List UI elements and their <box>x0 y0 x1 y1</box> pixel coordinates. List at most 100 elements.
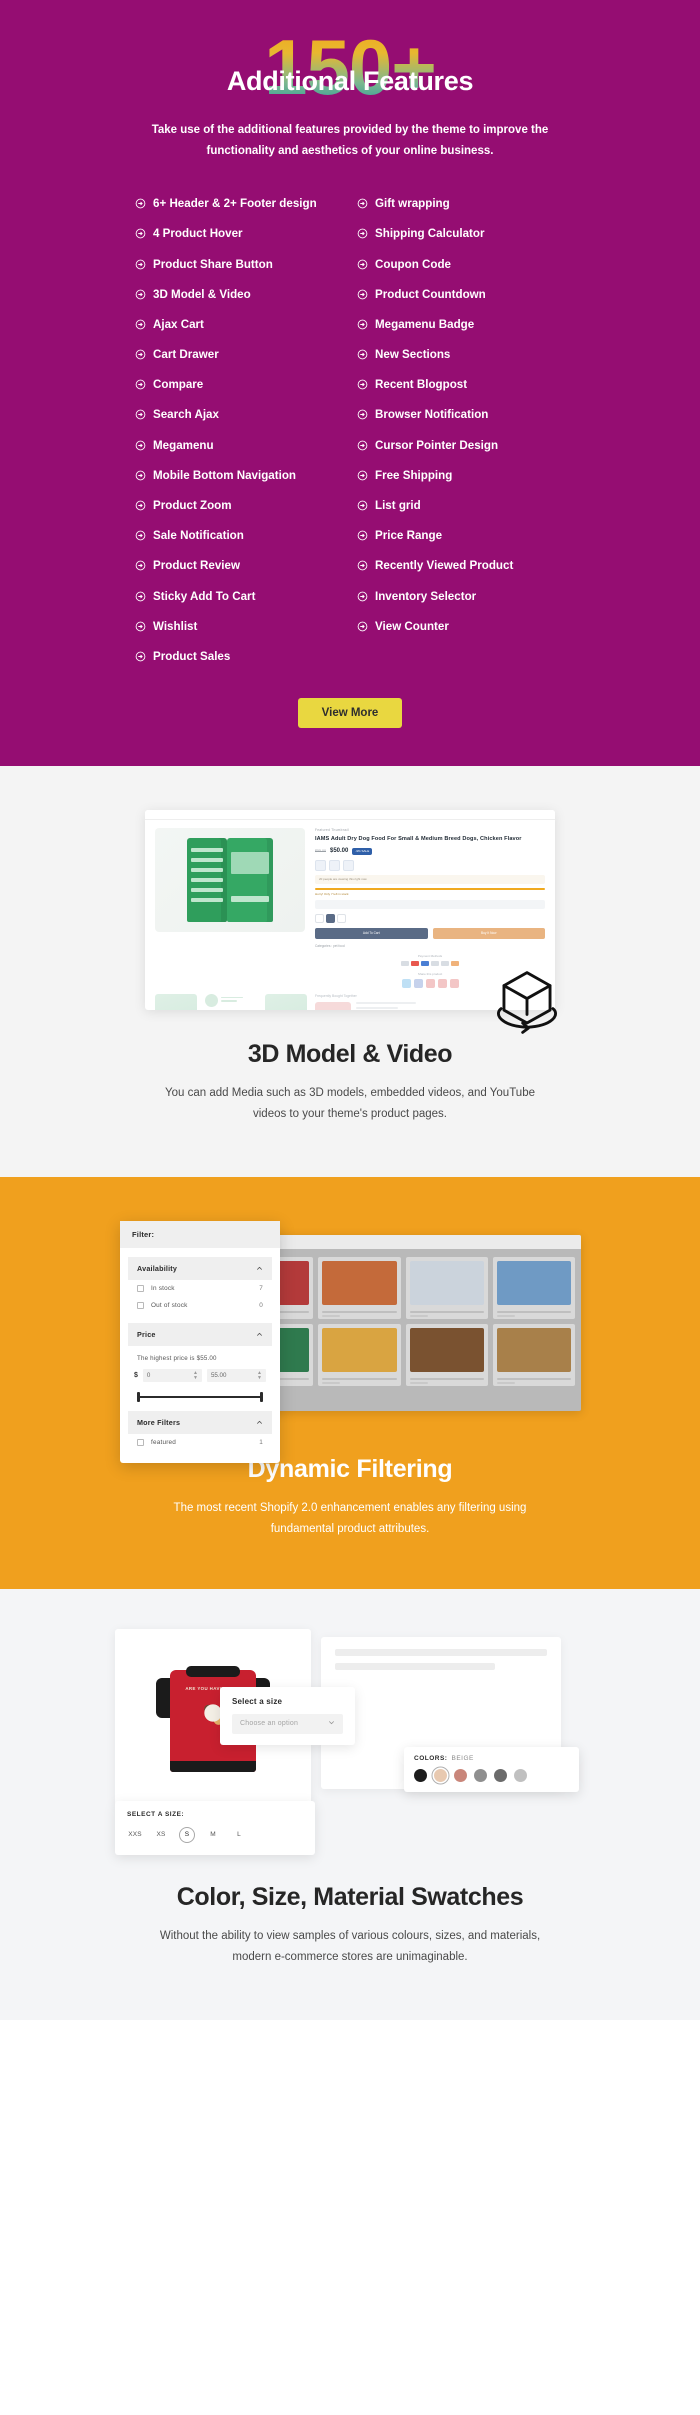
filter-option-in-stock[interactable]: In stock 7 <box>120 1280 280 1297</box>
feature-item[interactable]: Search Ajax <box>135 400 343 430</box>
filter-group-more-filters[interactable]: More Filters <box>128 1411 272 1435</box>
qty-value[interactable] <box>326 913 335 923</box>
feature-item[interactable]: Sale Notification <box>135 521 343 551</box>
featured-label: featured <box>151 1439 177 1447</box>
buy-it-now-button[interactable]: Buy It Now <box>432 927 545 939</box>
color-swatch[interactable] <box>454 1768 467 1782</box>
feature-item[interactable]: Coupon Code <box>357 249 565 279</box>
feature-item[interactable]: Sticky Add To Cart <box>135 581 343 611</box>
chevron-down-icon[interactable] <box>328 1719 335 1728</box>
add-to-cart-button[interactable]: Add To Cart <box>315 927 428 939</box>
color-swatch[interactable] <box>514 1768 527 1782</box>
media-icon-3[interactable] <box>343 859 354 871</box>
feature-item[interactable]: Cursor Pointer Design <box>357 430 565 460</box>
filter-group-availability[interactable]: Availability <box>128 1257 272 1281</box>
select-size-label: Select a size <box>232 1696 283 1706</box>
feature-item[interactable]: Browser Notification <box>357 400 565 430</box>
feature-item[interactable]: Shipping Calculator <box>357 219 565 249</box>
price-min-input[interactable]: 0 ▲ ▼ <box>142 1369 202 1383</box>
feature-item-label: Recent Blogpost <box>375 378 468 392</box>
slider-knob-max[interactable] <box>260 1392 263 1403</box>
feature-item[interactable]: Inventory Selector <box>357 581 565 611</box>
feature-item[interactable]: Recent Blogpost <box>357 370 565 400</box>
feature-item[interactable]: Price Range <box>357 521 565 551</box>
checkbox-featured[interactable] <box>137 1439 144 1447</box>
size-option[interactable]: L <box>231 1831 247 1838</box>
email-icon[interactable] <box>437 978 447 988</box>
pdp-vendor: Featured Thumbnail <box>315 827 349 832</box>
size-pill-row[interactable]: XXS XS S M L <box>127 1826 303 1843</box>
chevron-up-icon[interactable] <box>256 1265 263 1272</box>
color-swatch-row[interactable] <box>414 1768 569 1782</box>
size-option[interactable]: XXS <box>127 1831 143 1838</box>
twitter-icon[interactable] <box>401 978 411 988</box>
fbt-thumb <box>315 1001 351 1010</box>
price-range-slider[interactable] <box>137 1392 263 1403</box>
dynamic-filtering-section: Filter: Availability In stock 7 Out of s… <box>0 1177 700 1589</box>
feature-item[interactable]: New Sections <box>357 339 565 369</box>
size-option[interactable]: S <box>179 1826 195 1843</box>
price-max-input[interactable]: 55.00 ▲ ▼ <box>206 1369 266 1383</box>
slider-knob-min[interactable] <box>137 1392 140 1403</box>
feature-item[interactable]: Product Zoom <box>135 490 343 520</box>
feature-item[interactable]: 3D Model & Video <box>135 279 343 309</box>
feature-item[interactable]: Gift wrapping <box>357 189 565 219</box>
feature-item[interactable]: 4 Product Hover <box>135 219 343 249</box>
feature-item[interactable]: Megamenu Badge <box>357 309 565 339</box>
pdp-quantity-stepper[interactable] <box>315 913 545 923</box>
color-swatch[interactable] <box>434 1768 447 1782</box>
feature-item[interactable]: Product Review <box>135 551 343 581</box>
media-icon-1[interactable] <box>315 859 326 871</box>
size-select-dropdown[interactable]: Choose an option <box>232 1713 343 1734</box>
view-more-button[interactable]: View More <box>297 697 403 728</box>
pdp-price-new: $50.00 <box>330 848 349 855</box>
slider-track <box>137 1396 263 1399</box>
circle-arrow-right-icon <box>135 228 146 239</box>
filter-option-featured[interactable]: featured 1 <box>120 1434 280 1451</box>
three-d-model-section: Featured Thumbnail IAMS Adult Dry Dog Fo… <box>0 765 700 1178</box>
currency-symbol: $ <box>134 1372 138 1380</box>
feature-item[interactable]: List grid <box>357 490 565 520</box>
feature-item[interactable]: View Counter <box>357 611 565 641</box>
circle-arrow-right-icon <box>135 621 146 632</box>
filter-option-out-of-stock[interactable]: Out of stock 0 <box>120 1297 280 1314</box>
feature-item[interactable]: Product Sales <box>135 641 343 671</box>
amex-icon <box>421 960 429 966</box>
link-icon[interactable] <box>449 978 459 988</box>
color-swatch[interactable] <box>414 1768 427 1782</box>
chevron-up-icon[interactable] <box>256 1419 263 1426</box>
feature-item[interactable]: 6+ Header & 2+ Footer design <box>135 189 343 219</box>
feature-item[interactable]: Wishlist <box>135 611 343 641</box>
collection-card <box>492 1257 575 1320</box>
facebook-icon[interactable] <box>413 978 423 988</box>
media-icon-2[interactable] <box>329 859 340 871</box>
collection-card <box>318 1257 401 1320</box>
circle-arrow-right-icon <box>357 198 368 209</box>
feature-item[interactable]: Megamenu <box>135 430 343 460</box>
checkbox-in-stock[interactable] <box>137 1285 144 1293</box>
pdp-price-row: $55.00 $50.00 -9% SALE <box>315 847 545 855</box>
pdp-media-buttons[interactable] <box>315 859 545 871</box>
feature-item[interactable]: Free Shipping <box>357 460 565 490</box>
size-option[interactable]: XS <box>153 1831 169 1838</box>
pinterest-icon[interactable] <box>425 978 435 988</box>
color-swatch[interactable] <box>494 1768 507 1782</box>
color-swatch[interactable] <box>474 1768 487 1782</box>
circle-arrow-right-icon <box>135 289 146 300</box>
feature-item-label: Product Review <box>153 559 240 573</box>
feature-item[interactable]: Recently Viewed Product <box>357 551 565 581</box>
feature-item[interactable]: Product Share Button <box>135 249 343 279</box>
qty-plus[interactable] <box>337 913 346 923</box>
feature-item[interactable]: Ajax Cart <box>135 309 343 339</box>
checkbox-out-of-stock[interactable] <box>137 1302 144 1310</box>
feature-item-label: Mobile Bottom Navigation <box>153 468 296 482</box>
filter-group-price[interactable]: Price <box>128 1323 272 1347</box>
feature-item[interactable]: Compare <box>135 370 343 400</box>
hero-heading-group: 150+ Additional Features <box>0 28 700 96</box>
chevron-up-icon[interactable] <box>256 1331 263 1338</box>
feature-item[interactable]: Product Countdown <box>357 279 565 309</box>
qty-minus[interactable] <box>315 913 324 923</box>
size-option[interactable]: M <box>205 1831 221 1838</box>
feature-item[interactable]: Cart Drawer <box>135 339 343 369</box>
feature-item[interactable]: Mobile Bottom Navigation <box>135 460 343 490</box>
